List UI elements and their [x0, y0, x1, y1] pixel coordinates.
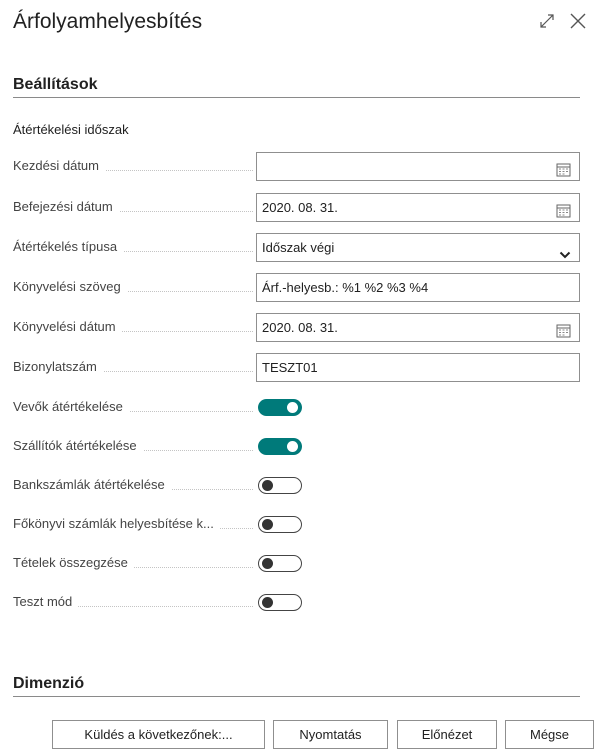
reval-type-select[interactable]: Időszak végi [256, 233, 580, 262]
end-date-label: Befejezési dátum [13, 192, 253, 222]
customers-toggle[interactable] [258, 399, 302, 416]
calendar-icon[interactable] [556, 200, 571, 227]
section-options-divider [13, 97, 580, 98]
summarize-toggle[interactable] [258, 555, 302, 572]
group-title: Átértékelési időszak [13, 122, 129, 137]
customers-toggle-label: Vevők átértékelése [13, 392, 253, 422]
preview-button[interactable]: Előnézet [397, 720, 497, 749]
row-posting-date: Könyvelési dátum 2020. 08. 31. [13, 312, 581, 342]
test-toggle[interactable] [258, 594, 302, 611]
banks-toggle-label: Bankszámlák átértékelése [13, 470, 253, 500]
start-date-label: Kezdési dátum [13, 151, 253, 181]
reval-type-label: Átértékelés típusa [13, 232, 253, 262]
gl-toggle-label: Főkönyvi számlák helyesbítése k... [13, 509, 253, 539]
close-icon[interactable] [569, 12, 587, 30]
posting-text-label: Könyvelési szöveg [13, 272, 253, 302]
row-posting-text: Könyvelési szöveg Árf.-helyesb.: %1 %2 %… [13, 272, 581, 302]
calendar-icon[interactable] [556, 320, 571, 347]
window-controls [539, 12, 587, 30]
calendar-icon[interactable] [556, 159, 571, 186]
posting-text-value: Árf.-helyesb.: %1 %2 %3 %4 [262, 280, 429, 295]
banks-toggle[interactable] [258, 477, 302, 494]
row-vendors-toggle: Szállítók átértékelése [13, 431, 581, 461]
action-bar: Küldés a következőnek:... Nyomtatás Előn… [0, 720, 601, 749]
expand-icon[interactable] [539, 13, 555, 29]
doc-no-input[interactable]: TESZT01 [256, 353, 580, 382]
chevron-down-icon[interactable] [559, 242, 571, 269]
vendors-toggle-label: Szállítók átértékelése [13, 431, 253, 461]
gl-toggle[interactable] [258, 516, 302, 533]
row-test-toggle: Teszt mód [13, 587, 581, 617]
section-dimension-divider [13, 696, 580, 697]
test-toggle-label: Teszt mód [13, 587, 253, 617]
end-date-input[interactable]: 2020. 08. 31. [256, 193, 580, 222]
row-summarize-toggle: Tételek összegzése [13, 548, 581, 578]
end-date-value: 2020. 08. 31. [262, 200, 338, 215]
print-button[interactable]: Nyomtatás [273, 720, 388, 749]
row-start-date: Kezdési dátum [13, 151, 581, 181]
cancel-button[interactable]: Mégse [505, 720, 594, 749]
doc-no-label: Bizonylatszám [13, 352, 253, 382]
summarize-toggle-label: Tételek összegzése [13, 548, 253, 578]
section-dimension-title[interactable]: Dimenzió [13, 675, 84, 693]
row-reval-type: Átértékelés típusa Időszak végi [13, 232, 581, 262]
posting-date-label: Könyvelési dátum [13, 312, 253, 342]
row-end-date: Befejezési dátum 2020. 08. 31. [13, 192, 581, 222]
row-customers-toggle: Vevők átértékelése [13, 392, 581, 422]
row-doc-no: Bizonylatszám TESZT01 [13, 352, 581, 382]
vendors-toggle[interactable] [258, 438, 302, 455]
send-to-button[interactable]: Küldés a következőnek:... [52, 720, 265, 749]
reval-type-value: Időszak végi [262, 240, 335, 255]
posting-text-input[interactable]: Árf.-helyesb.: %1 %2 %3 %4 [256, 273, 580, 302]
row-gl-toggle: Főkönyvi számlák helyesbítése k... [13, 509, 581, 539]
section-options-title[interactable]: Beállítások [13, 76, 97, 94]
dialog-title: Árfolyamhelyesbítés [13, 10, 203, 33]
start-date-input[interactable] [256, 152, 580, 181]
posting-date-value: 2020. 08. 31. [262, 320, 338, 335]
posting-date-input[interactable]: 2020. 08. 31. [256, 313, 580, 342]
doc-no-value: TESZT01 [262, 360, 318, 375]
row-banks-toggle: Bankszámlák átértékelése [13, 470, 581, 500]
